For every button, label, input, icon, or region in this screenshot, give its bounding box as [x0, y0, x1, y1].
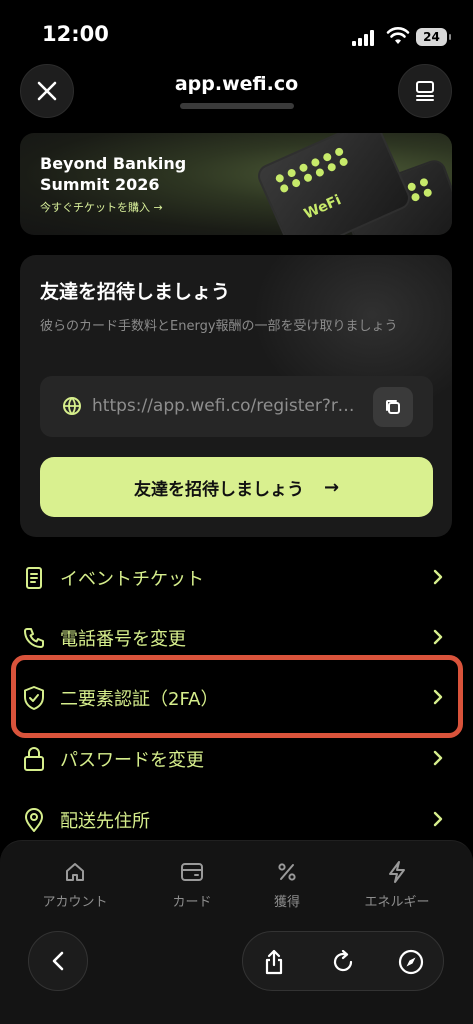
- invite-button-label: 友達を招待しましょう: [133, 479, 304, 500]
- chevron-right-icon: [433, 569, 443, 585]
- arrow-right-icon: →: [323, 476, 340, 498]
- menu-icon: [416, 81, 434, 101]
- menu-item-label: 電話番号を変更: [60, 629, 186, 650]
- receipt-icon: [20, 564, 48, 592]
- invite-friends-button[interactable]: 友達を招待しましょう →: [40, 457, 433, 517]
- battery-indicator: 24: [416, 28, 451, 46]
- menu-item-change-password[interactable]: パスワードを変更: [20, 739, 452, 779]
- phone-icon: [20, 624, 48, 652]
- tab-label: アカウント: [42, 895, 108, 910]
- reload-button[interactable]: [328, 947, 358, 977]
- banner-title: Beyond Banking Summit 2026: [40, 154, 187, 194]
- compass-button[interactable]: [396, 947, 426, 977]
- tab-label: カード: [172, 895, 212, 910]
- clock: 12:00: [42, 22, 109, 46]
- invite-description: 彼らのカード手数料とEnergy報酬の一部を受け取りましょう: [40, 319, 398, 334]
- menu-item-shipping-address[interactable]: 配送先住所: [20, 800, 452, 840]
- chevron-right-icon: [433, 629, 443, 645]
- invite-title: 友達を招待しましょう: [40, 281, 231, 303]
- menu-item-event-tickets[interactable]: イベントチケット: [20, 558, 452, 598]
- card-icon: [181, 863, 203, 881]
- compass-icon: [398, 949, 424, 975]
- copy-icon: [386, 400, 400, 414]
- tab-energy[interactable]: エネルギー: [347, 859, 447, 910]
- browser-actions: [242, 931, 444, 991]
- wifi-icon: [386, 27, 410, 44]
- bolt-icon: [389, 861, 405, 883]
- lock-icon: [20, 745, 48, 773]
- buy-ticket-link[interactable]: 今すぐチケットを購入 →: [40, 199, 163, 215]
- tab-account[interactable]: アカウント: [25, 859, 125, 910]
- tab-earn[interactable]: 獲得: [237, 859, 337, 910]
- tab-label: エネルギー: [364, 895, 430, 910]
- globe-icon: [63, 397, 81, 415]
- chevron-left-icon: [52, 951, 64, 971]
- referral-link-field[interactable]: https://app.wefi.co/register?ref=: [40, 376, 433, 437]
- chevron-right-icon: [433, 750, 443, 766]
- cellular-signal-icon: [352, 30, 374, 46]
- browser-back-button[interactable]: [28, 931, 88, 991]
- reload-icon: [333, 950, 353, 972]
- referral-link-text: https://app.wefi.co/register?ref=: [92, 396, 362, 416]
- invite-card: 友達を招待しましょう 彼らのカード手数料とEnergy報酬の一部を受け取りましょ…: [20, 255, 452, 537]
- home-icon: [66, 863, 84, 881]
- ticket-logo: WeFi: [301, 192, 344, 223]
- copy-link-button[interactable]: [373, 387, 413, 427]
- menu-item-label: 配送先住所: [60, 811, 150, 832]
- bottom-tab-bar: アカウント カード 獲得 エネルギー: [0, 840, 473, 1024]
- highlight-box: [11, 655, 463, 738]
- menu-item-label: イベントチケット: [60, 569, 204, 590]
- tab-card[interactable]: カード: [142, 859, 242, 910]
- browser-menu-button[interactable]: [398, 64, 452, 118]
- tab-label: 獲得: [273, 895, 300, 910]
- share-button[interactable]: [259, 947, 289, 977]
- share-icon: [265, 949, 283, 975]
- url-underline: [180, 103, 294, 109]
- map-pin-icon: [20, 806, 48, 834]
- summit-banner[interactable]: Beyond Banking Summit 2026 今すぐチケットを購入 → …: [20, 133, 452, 235]
- chevron-right-icon: [433, 811, 443, 827]
- menu-item-label: パスワードを変更: [60, 750, 204, 771]
- menu-item-change-phone[interactable]: 電話番号を変更: [20, 618, 452, 658]
- percent-icon: [278, 863, 296, 881]
- status-bar: 12:00 24: [0, 0, 473, 62]
